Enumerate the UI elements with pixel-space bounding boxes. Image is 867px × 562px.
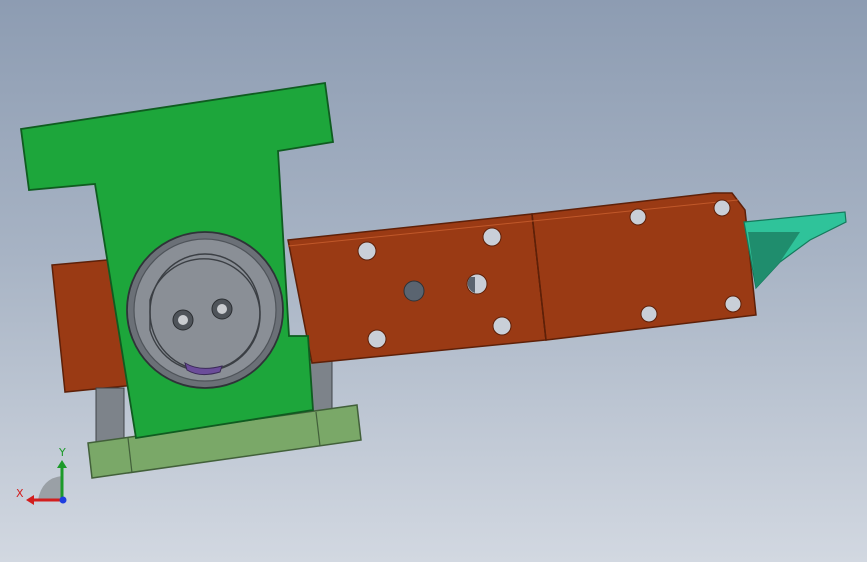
teal-blade-shadow [748, 232, 800, 288]
disc-screw-left-core [178, 315, 188, 325]
model-scene[interactable]: X Y [0, 0, 867, 562]
triad-y-label: Y [58, 446, 66, 459]
triad-x-label: X [16, 487, 24, 500]
hole [492, 316, 512, 336]
triad-plane [38, 476, 62, 500]
hole [357, 241, 377, 261]
disc-screw-right-core [217, 304, 227, 314]
hole [713, 199, 731, 217]
hole [640, 305, 658, 323]
triad-z-axis [59, 496, 67, 504]
pin-hole [403, 280, 425, 302]
view-triad[interactable]: X Y [16, 446, 67, 505]
hole [367, 329, 387, 349]
hole [724, 295, 742, 313]
spindle-disc[interactable] [126, 231, 284, 389]
triad-y-arrow [57, 460, 67, 468]
triad-x-arrow [26, 495, 34, 505]
hole [482, 227, 502, 247]
cad-viewport[interactable]: X Y [0, 0, 867, 562]
support-post-left[interactable] [95, 387, 125, 444]
hole [629, 208, 647, 226]
